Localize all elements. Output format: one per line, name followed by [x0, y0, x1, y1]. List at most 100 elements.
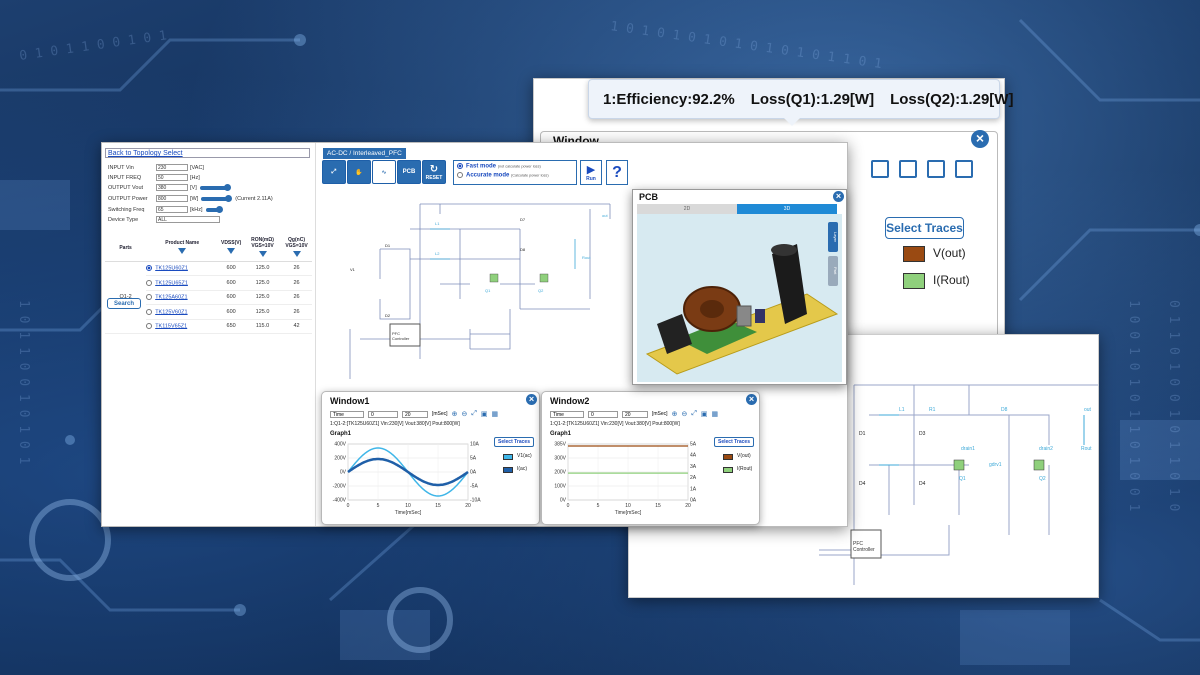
pcb-window[interactable]: PCB × 2D 3D Layer Part [632, 189, 847, 385]
col-header-vdss[interactable]: VDSS(V) [218, 235, 244, 262]
tab-2d[interactable]: 2D [637, 204, 737, 214]
x-tick-label: 15 [435, 503, 441, 509]
fit-icon[interactable]: ⤢ [691, 410, 697, 418]
radio-button[interactable] [457, 171, 463, 178]
product-link[interactable]: TK115V65Z1 [155, 323, 187, 329]
fast-mode-option[interactable]: Fast mode (not calculate power loss) [457, 163, 573, 170]
zoom-out-icon[interactable]: ⊖ [461, 410, 467, 418]
col-header-product-name[interactable]: Product Name [146, 235, 219, 262]
zoom-in-icon[interactable]: ⊕ [672, 410, 678, 418]
save-icon[interactable] [899, 160, 917, 178]
vout-field[interactable]: 380 [156, 184, 188, 191]
save-icon[interactable]: ▣ [701, 410, 708, 418]
unit-label: [VAC] [190, 164, 204, 171]
graph-window-2[interactable]: Window2 × Time 0 20 [mSec] ⊕ ⊖ ⤢ ▣ ▦ 1:Q… [541, 391, 760, 525]
device-type-select[interactable]: ALL [156, 216, 220, 223]
reset-label: RESET [425, 174, 443, 181]
current-note: (Current 2.11A) [235, 195, 273, 202]
close-icon[interactable]: × [833, 191, 844, 202]
radio-button[interactable] [146, 265, 153, 272]
legend-label-vout: V(out) [933, 246, 966, 260]
power-field[interactable]: 800 [156, 195, 188, 202]
close-icon[interactable]: × [746, 394, 757, 405]
legend-label-irout: I(Rout) [933, 273, 970, 287]
axis-select[interactable]: Time [550, 410, 584, 418]
product-link[interactable]: TK125U65Z1 [155, 280, 188, 286]
search-button[interactable]: Search [107, 298, 141, 309]
unit-label: [Hz] [190, 174, 200, 181]
graph-title: Graph1 [330, 431, 352, 437]
time-from-field[interactable]: 0 [588, 410, 618, 418]
hand-pan-icon[interactable]: ✋ [347, 160, 371, 184]
table-row[interactable]: Q1-2 TK125U60Z1 600 125.0 26 [105, 261, 312, 334]
freq-select[interactable]: 50 [156, 174, 188, 181]
radio-button[interactable] [146, 323, 153, 330]
product-link[interactable]: TK125V60Z1 [155, 309, 187, 315]
time-from-field[interactable]: 0 [368, 410, 398, 418]
run-button[interactable]: ▶ Run [580, 160, 602, 185]
product-link[interactable]: TK125A60Z1 [155, 294, 187, 300]
col-header-qg[interactable]: Qg(nC) VGS=10V [281, 235, 312, 262]
svg-text:D4: D4 [919, 481, 926, 487]
tab-3d[interactable]: 3D [737, 204, 837, 214]
save-icon[interactable]: ▣ [481, 410, 488, 418]
y2-tick-label: 5A [470, 456, 477, 462]
svg-text:L1: L1 [435, 221, 440, 226]
param-output-power: OUTPUT Power 800 [W] (Current 2.11A) [108, 194, 273, 203]
fit-icon[interactable]: ⤢ [471, 410, 477, 418]
ron-cell: 125.0 [244, 304, 282, 320]
close-icon[interactable]: × [526, 394, 537, 405]
zoom-in-icon[interactable]: ⊕ [452, 410, 458, 418]
svg-text:1 0 1 1 0 0 1 0 1 0 1: 1 0 1 1 0 0 1 0 1 0 1 [16, 300, 31, 464]
time-to-field[interactable]: 20 [622, 410, 648, 418]
wave-icon[interactable] [955, 160, 973, 178]
graph1-plot: 400V 200V 0V -200V -400V 10A 5A 0A -5A -10A 0 5 10 15… [333, 442, 482, 517]
pcb-button[interactable]: PCB [397, 160, 421, 184]
switching-freq-slider[interactable] [205, 205, 223, 213]
svg-text:Controller: Controller [853, 547, 875, 553]
qg-cell: 26 [281, 275, 312, 291]
layer-side-tab[interactable]: Layer [828, 222, 838, 252]
svg-text:Q1: Q1 [485, 288, 491, 293]
play-icon: ▶ [586, 164, 596, 176]
select-traces-button[interactable]: Select Traces [494, 437, 534, 447]
radio-button[interactable] [457, 163, 463, 169]
graph-window-1[interactable]: Window1 × Time 0 20 [mSec] ⊕ ⊖ ⤢ ▣ ▦ 1:Q… [321, 391, 540, 525]
x-tick-label: 15 [655, 503, 661, 509]
close-icon[interactable]: × [971, 130, 989, 148]
time-to-field[interactable]: 20 [402, 410, 428, 418]
vdss-cell: 600 [218, 275, 244, 291]
select-traces-button[interactable]: Select Traces [714, 437, 754, 447]
unit-label: [kHz] [190, 206, 203, 213]
radio-button[interactable] [146, 294, 153, 301]
svg-text:1 0 0 1 0 1 0 1 1 0 1 0 0 1: 1 0 0 1 0 1 0 1 1 0 1 0 0 1 [1126, 300, 1141, 511]
radio-button[interactable] [146, 308, 153, 315]
back-to-topology-link[interactable]: Back to Topology Select [105, 148, 310, 158]
pcb-3d-view[interactable]: Layer Part [637, 214, 842, 382]
axis-select[interactable]: Time [330, 410, 364, 418]
reset-button[interactable]: ↻ RESET [422, 160, 446, 184]
fit-view-icon[interactable]: ⤢ [322, 160, 346, 184]
grid-icon[interactable]: ▦ [492, 410, 499, 418]
waveform-icon[interactable]: ∿ [372, 160, 396, 184]
main-schematic: PFC Controller L1L2 Q1 Q2 outRout D1D2 V1… [349, 203, 611, 379]
zoom-fit-icon[interactable] [871, 160, 889, 178]
vin-select[interactable]: 230 [156, 164, 188, 171]
select-traces-button[interactable]: Select Traces [885, 217, 964, 239]
col-header-ron[interactable]: RON(mΩ) VGS=10V [244, 235, 282, 262]
vdss-cell: 600 [218, 290, 244, 305]
help-button[interactable]: ? [606, 160, 628, 185]
radio-button[interactable] [146, 279, 153, 286]
grid-icon[interactable]: ▦ [712, 410, 719, 418]
param-output-vout: OUTPUT Vout 380 [V] [108, 183, 231, 192]
part-side-tab[interactable]: Part [828, 256, 838, 286]
legend-swatch-vout [723, 454, 733, 460]
vout-slider[interactable] [199, 183, 231, 191]
col-header-parts: Parts [105, 235, 147, 262]
product-link[interactable]: TK125U60Z1 [155, 265, 188, 271]
zoom-out-icon[interactable]: ⊖ [681, 410, 687, 418]
power-slider[interactable] [201, 194, 233, 202]
accurate-mode-option[interactable]: Accurate mode (Calculate power loss) [457, 171, 573, 178]
grid-icon[interactable] [927, 160, 945, 178]
switching-freq-field[interactable]: 65 [156, 206, 188, 213]
